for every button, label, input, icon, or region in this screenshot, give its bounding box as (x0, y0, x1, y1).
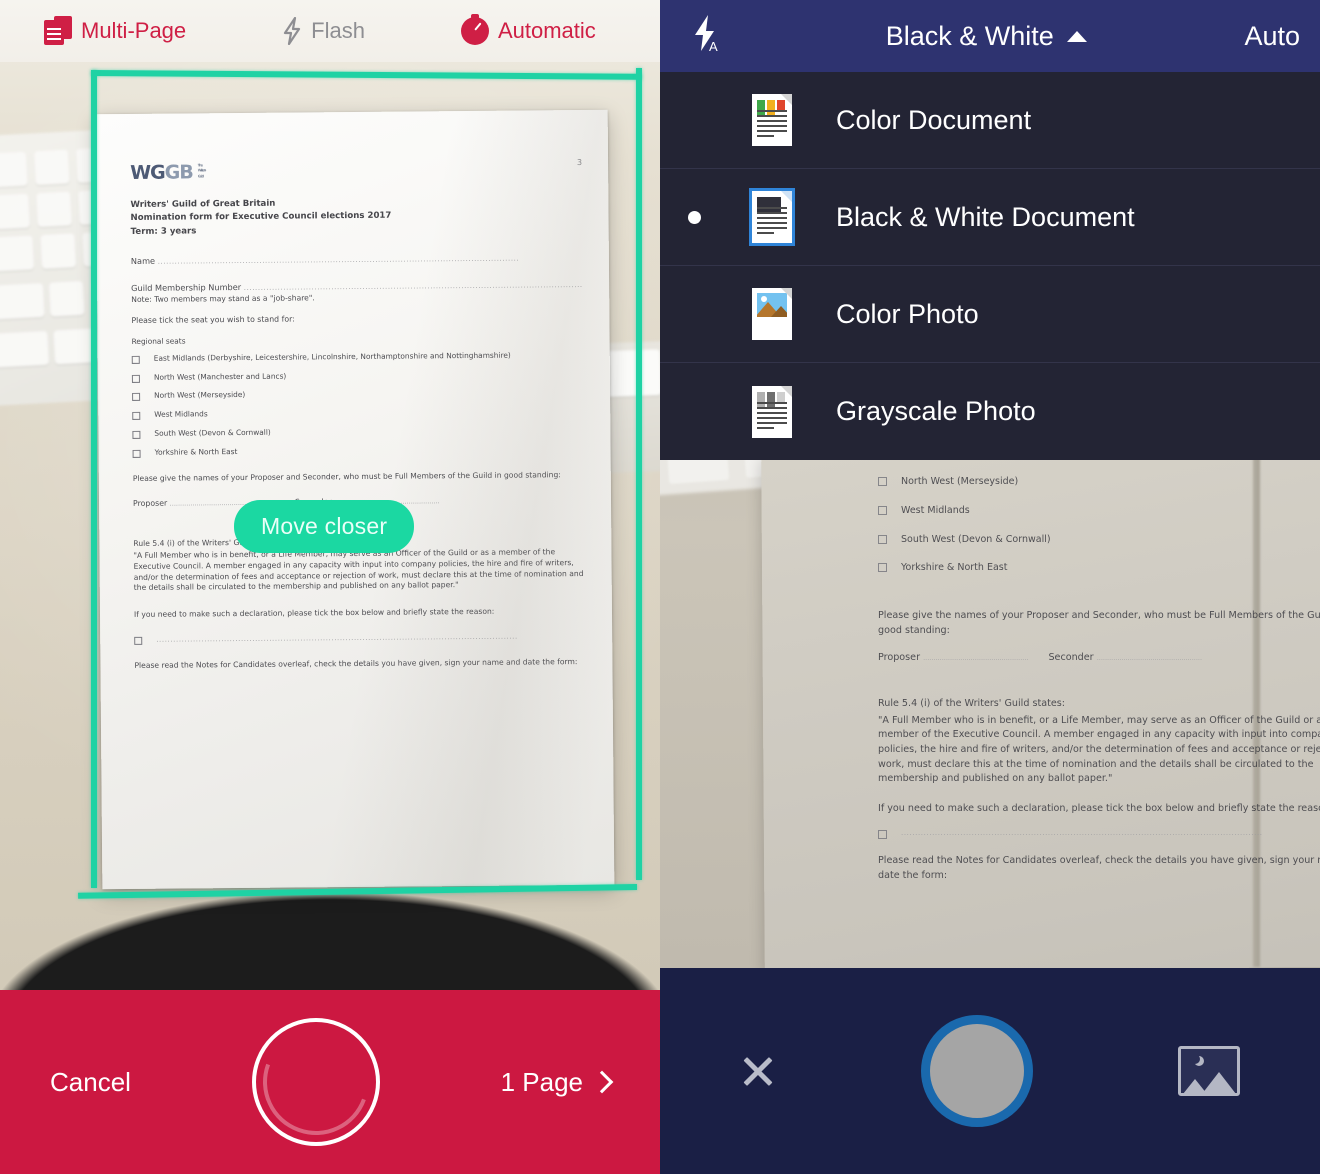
automatic-button[interactable]: Automatic (460, 14, 596, 45)
document-seat-row: Yorkshire & North East (132, 444, 585, 459)
moon-icon (1190, 1054, 1200, 1064)
checkbox-icon (878, 477, 887, 486)
checkbox-icon (131, 374, 140, 383)
document-seat-row: North West (Merseyside) (132, 387, 584, 402)
document-signature-row: Proposer ...............................… (878, 652, 1203, 664)
flash-bolt-icon (282, 17, 302, 45)
flash-auto-button[interactable]: A (682, 13, 728, 60)
document-content: 3 WGGB The Writers Guild Writers' Guild of … (130, 158, 586, 671)
shutter-button[interactable] (251, 1018, 380, 1146)
camera-viewfinder-left: 3 WGGB The Writers Guild Writers' Guild of … (0, 0, 660, 990)
document-proposer-para: Please give the names of your Proposer a… (132, 470, 561, 484)
document-tick-instruction: Please tick the seat you wish to stand f… (131, 314, 295, 325)
document-membership-field: Guild Membership Number ................… (131, 280, 584, 293)
dropdown-item-color-document[interactable]: Color Document (660, 72, 1320, 169)
checkbox-icon (878, 563, 887, 573)
left-toolbar: Multi-Page Flash Automatic (0, 0, 660, 62)
document-seat-row: North West (Manchester and Lancs) (131, 369, 584, 384)
multi-page-button[interactable]: Multi-Page (44, 16, 186, 46)
flash-auto-icon: A (688, 13, 722, 60)
checkbox-icon (132, 412, 141, 421)
document-regional-heading: Regional seats (131, 336, 186, 346)
svg-text:A: A (709, 39, 718, 54)
flash-label: Flash (311, 18, 365, 43)
document-page-number: 3 (576, 158, 583, 168)
dropdown-label: Black & White Document (836, 201, 1135, 232)
document-rule-body: "A Full Member who is in benefit, or a L… (133, 547, 584, 593)
dropdown-label: Grayscale Photo (836, 396, 1036, 426)
cancel-button[interactable]: Cancel (50, 1067, 131, 1098)
right-header-bar: A Black & White Auto (660, 0, 1320, 72)
document-seat-row: North West (Merseyside) (878, 475, 1320, 489)
checkbox-icon (878, 534, 887, 544)
document-rule-heading: Rule 5.4 (i) of the Writers' Guild state… (878, 698, 1066, 710)
document-name-field: Name ...................................… (130, 254, 520, 266)
stopwatch-icon (460, 14, 489, 45)
document-seat-row: East Midlands (Derbyshire, Leicestershir… (131, 350, 584, 365)
checkbox-icon (131, 355, 140, 364)
checkbox-icon (132, 430, 141, 439)
checkbox-icon (878, 505, 887, 515)
checkbox-icon (134, 636, 143, 645)
document-declaration-para: If you need to make such a declaration, … (133, 607, 495, 620)
dropdown-item-grayscale-photo[interactable]: Grayscale Photo (660, 363, 1320, 460)
mode-dropdown-menu: Color Document Black & White Document Co… (660, 72, 1320, 460)
grayscale-photo-icon (746, 383, 798, 441)
chevron-right-icon (590, 1070, 614, 1094)
document-membership-note: Note: Two members may stand as a "job-sh… (131, 293, 315, 304)
color-photo-icon (746, 285, 798, 343)
document-rule-body: "A Full Member who is in benefit, or a L… (878, 714, 1320, 785)
page-count-label: 1 Page (500, 1066, 583, 1097)
page-count-button[interactable]: 1 Page (500, 1066, 614, 1098)
mountain-shape (1183, 1079, 1207, 1093)
document-seat-row: Yorkshire & North East (878, 561, 1320, 575)
flash-button[interactable]: Flash (282, 17, 365, 45)
app-screen: 3 WGGB The Writers Guild Writers' Guild of … (0, 0, 1320, 1174)
mode-selector-label: Black & White (885, 20, 1054, 51)
close-x-icon[interactable] (740, 1053, 776, 1089)
auto-button[interactable]: Auto (1244, 21, 1300, 52)
document-heading: Writers' Guild of Great Britain Nominati… (130, 198, 392, 237)
mode-selector-button[interactable]: Black & White (728, 21, 1244, 52)
left-scanner-panel: 3 WGGB The Writers Guild Writers' Guild of … (0, 0, 660, 1174)
document-notes-para: Please read the Notes for Candidates ove… (878, 855, 1320, 881)
checkbox-icon (132, 393, 141, 402)
right-scanner-panel: North West (Merseyside) West Midlands So… (660, 0, 1320, 1174)
checkbox-icon (132, 449, 141, 458)
automatic-label: Automatic (497, 18, 596, 43)
mountain-shape (1202, 1072, 1236, 1093)
document-declaration-row: ........................................… (878, 828, 1320, 840)
dropdown-label: Color Photo (836, 298, 979, 329)
document-seat-row: West Midlands (878, 504, 1320, 518)
dropdown-item-color-photo[interactable]: Color Photo (660, 266, 1320, 363)
dropdown-item-black-white-document[interactable]: Black & White Document (660, 169, 1320, 266)
document-notes-para: Please read the Notes for Candidates ove… (134, 656, 578, 670)
left-bottom-bar: Cancel 1 Page (0, 990, 660, 1174)
document-proposer-para: Please give the names of your Proposer a… (878, 610, 1320, 636)
document-declaration-row: ........................................… (134, 631, 586, 645)
multi-page-document-icon (44, 16, 72, 46)
document-seat-row: South West (Devon & Cornwall) (132, 425, 584, 440)
right-bottom-bar (660, 968, 1320, 1174)
document-seat-row: West Midlands (132, 406, 584, 421)
multi-page-label: Multi-Page (81, 18, 187, 43)
move-closer-hint: Move closer (234, 500, 415, 553)
gallery-image-icon[interactable] (1178, 1046, 1240, 1096)
color-document-icon (746, 91, 798, 149)
black-white-document-icon (746, 188, 798, 246)
document-declaration-para: If you need to make such a declaration, … (878, 802, 1320, 814)
document-preview-content-wrap: North West (Merseyside) West Midlands So… (763, 452, 1320, 967)
document-preview-content: North West (Merseyside) West Midlands So… (878, 460, 1320, 883)
selected-indicator-dot (688, 210, 701, 224)
caret-up-icon (1066, 30, 1087, 42)
dropdown-label: Color Document (836, 104, 1032, 135)
document-seat-row: South West (Devon & Cornwall) (878, 533, 1320, 547)
wggb-logo: WGGB The Writers Guild (130, 161, 206, 184)
shutter-button[interactable] (921, 1015, 1033, 1127)
checkbox-icon (878, 830, 887, 840)
